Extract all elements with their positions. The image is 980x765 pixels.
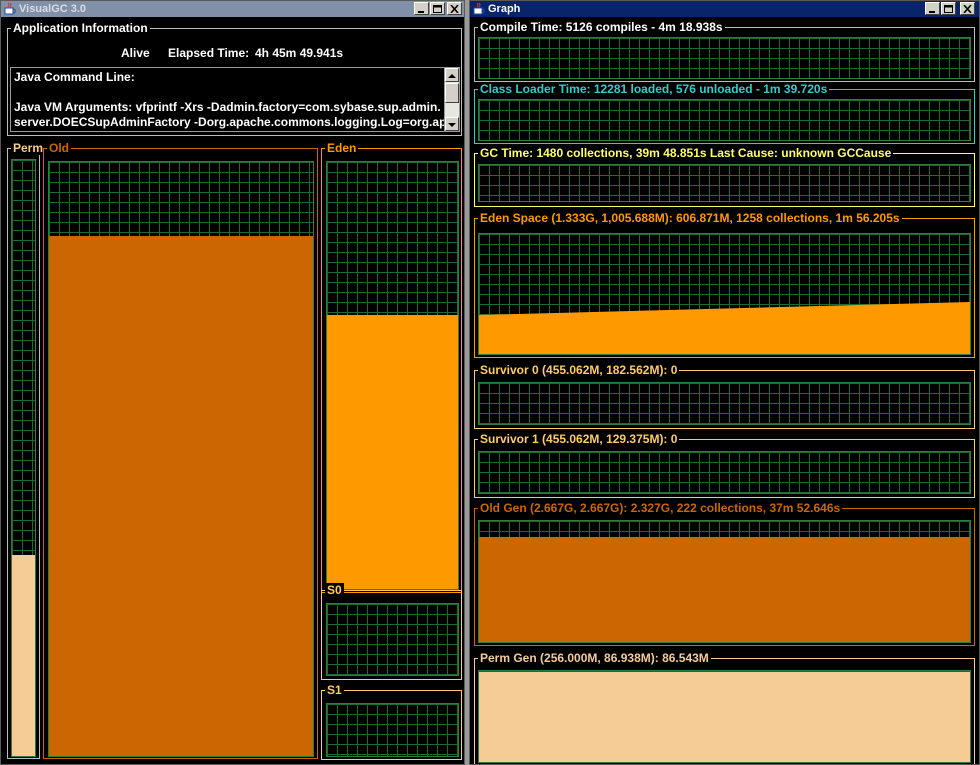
survivor-0-graph-label: Survivor 0 (455.062M, 182.562M): 0 xyxy=(478,363,680,377)
panel-title: Application Information xyxy=(11,21,150,35)
old-space-label: Old xyxy=(47,141,71,155)
graph-window: Graph Compile Time: 5126 compiles - 4m 1… xyxy=(469,0,980,765)
s0-space-panel: S0 xyxy=(321,583,462,680)
s1-space-gauge xyxy=(326,703,459,757)
graph-content: Compile Time: 5126 compiles - 4m 18.938s… xyxy=(470,18,979,764)
s1-space-panel: S1 xyxy=(321,683,462,760)
perm-space-panel: Perm xyxy=(7,141,46,759)
old-gen-graph-panel: Old Gen (2.667G, 2.667G): 2.327G, 222 co… xyxy=(474,501,975,646)
old-gen-graph xyxy=(478,520,971,643)
command-line-text: Java Command Line: xyxy=(14,70,135,84)
perm-space-gauge xyxy=(11,159,36,757)
old-space-panel: Old xyxy=(43,141,318,759)
minimize-button[interactable] xyxy=(925,2,940,15)
perm-space-label: Perm xyxy=(11,141,46,155)
eden-space-graph-label: Eden Space (1.333G, 1,005.688M): 606.871… xyxy=(478,211,902,225)
vertical-scrollbar[interactable] xyxy=(444,68,459,131)
eden-space-label: Eden xyxy=(325,141,359,155)
survivor-1-graph-panel: Survivor 1 (455.062M, 129.375M): 0 xyxy=(474,432,975,498)
class-loader-time-label: Class Loader Time: 12281 loaded, 576 unl… xyxy=(478,82,830,96)
perm-used-fill xyxy=(12,554,35,756)
command-line-text: Java VM Arguments: vfprintf -Xrs -Dadmin… xyxy=(14,100,441,114)
old-gen-graph-label: Old Gen (2.667G, 2.667G): 2.327G, 222 co… xyxy=(478,501,843,515)
survivor-0-graph-panel: Survivor 0 (455.062M, 182.562M): 0 xyxy=(474,363,975,429)
survivor-0-graph xyxy=(478,382,971,425)
graph-title-bar[interactable]: Graph xyxy=(470,1,979,17)
gc-time-label: GC Time: 1480 collections, 39m 48.851s L… xyxy=(478,146,894,160)
compile-time-label: Compile Time: 5126 compiles - 4m 18.938s xyxy=(478,20,725,34)
class-loader-time-graph xyxy=(478,99,971,141)
class-loader-time-panel: Class Loader Time: 12281 loaded, 576 unl… xyxy=(474,82,975,144)
close-icon xyxy=(963,5,972,13)
perm-gen-graph xyxy=(478,670,971,763)
window-title: Graph xyxy=(488,3,521,15)
scroll-thumb[interactable] xyxy=(445,83,459,103)
survivor-1-graph-label: Survivor 1 (455.062M, 129.375M): 0 xyxy=(478,432,680,446)
eden-usage-area xyxy=(479,302,970,354)
minimize-icon xyxy=(418,11,424,13)
arrow-up-icon xyxy=(448,74,456,78)
visualgc-content: Application Information Alive Elapsed Ti… xyxy=(1,18,464,764)
java-command-line-textarea[interactable]: Java Command Line: Java VM Arguments: vf… xyxy=(10,67,460,132)
close-button[interactable] xyxy=(960,2,975,15)
old-space-gauge xyxy=(48,161,314,757)
s0-space-gauge xyxy=(326,603,459,676)
perm-gen-usage-area xyxy=(479,671,970,762)
perm-gen-graph-panel: Perm Gen (256.000M, 86.938M): 86.543M xyxy=(474,651,975,764)
java-cup-icon xyxy=(4,2,16,15)
maximize-icon xyxy=(944,5,953,13)
survivor-1-graph xyxy=(478,451,971,494)
elapsed-time-value: 4h 45m 49.941s xyxy=(255,46,344,60)
compile-time-graph xyxy=(478,37,971,79)
elapsed-time-label: Elapsed Time: xyxy=(168,46,250,60)
minimize-icon xyxy=(929,11,935,13)
maximize-icon xyxy=(433,5,442,13)
arrow-down-icon xyxy=(448,123,456,127)
gc-time-panel: GC Time: 1480 collections, 39m 48.851s L… xyxy=(474,146,975,207)
scroll-up-button[interactable] xyxy=(445,68,459,82)
maximize-button[interactable] xyxy=(941,2,956,15)
visualgc-window: VisualGC 3.0 Application Information Ali… xyxy=(0,0,465,765)
eden-space-graph xyxy=(478,233,971,355)
close-icon xyxy=(450,5,459,13)
eden-space-graph-panel: Eden Space (1.333G, 1,005.688M): 606.871… xyxy=(474,211,975,358)
gc-time-graph xyxy=(478,164,971,202)
application-information-panel: Application Information Alive Elapsed Ti… xyxy=(7,21,462,136)
window-title: VisualGC 3.0 xyxy=(19,3,87,15)
java-cup-icon xyxy=(473,2,485,15)
status-text: Alive xyxy=(121,46,150,60)
eden-space-gauge xyxy=(326,161,459,590)
command-line-text: server.DOECSupAdminFactory -Dorg.apache.… xyxy=(14,115,447,129)
minimize-button[interactable] xyxy=(414,2,429,15)
maximize-button[interactable] xyxy=(430,2,445,15)
compile-time-panel: Compile Time: 5126 compiles - 4m 18.938s xyxy=(474,20,975,82)
perm-gen-graph-label: Perm Gen (256.000M, 86.938M): 86.543M xyxy=(478,651,711,665)
s1-space-label: S1 xyxy=(325,683,344,697)
eden-space-panel: Eden xyxy=(321,141,462,593)
visualgc-title-bar[interactable]: VisualGC 3.0 xyxy=(1,1,464,17)
old-used-fill xyxy=(49,235,313,756)
eden-used-fill xyxy=(327,314,458,589)
scroll-down-button[interactable] xyxy=(445,117,459,131)
s0-space-label: S0 xyxy=(325,583,344,597)
close-button[interactable] xyxy=(447,2,462,15)
old-gen-usage-area xyxy=(479,536,970,642)
